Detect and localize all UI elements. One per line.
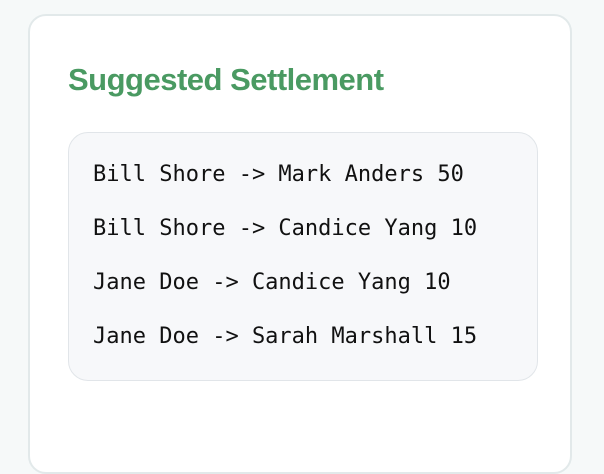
settlement-output-box: Bill Shore -> Mark Anders 50 Bill Shore … bbox=[68, 132, 538, 381]
settlement-line: Bill Shore -> Mark Anders 50 bbox=[93, 162, 464, 187]
section-title: Suggested Settlement bbox=[68, 62, 384, 97]
settlement-list: Bill Shore -> Mark Anders 50 Bill Shore … bbox=[69, 133, 537, 375]
settlement-line: Jane Doe -> Sarah Marshall 15 bbox=[93, 324, 478, 349]
settlement-card: Suggested Settlement Bill Shore -> Mark … bbox=[28, 14, 572, 474]
settlement-line: Jane Doe -> Candice Yang 10 bbox=[93, 270, 451, 295]
settlement-line: Bill Shore -> Candice Yang 10 bbox=[93, 216, 478, 241]
